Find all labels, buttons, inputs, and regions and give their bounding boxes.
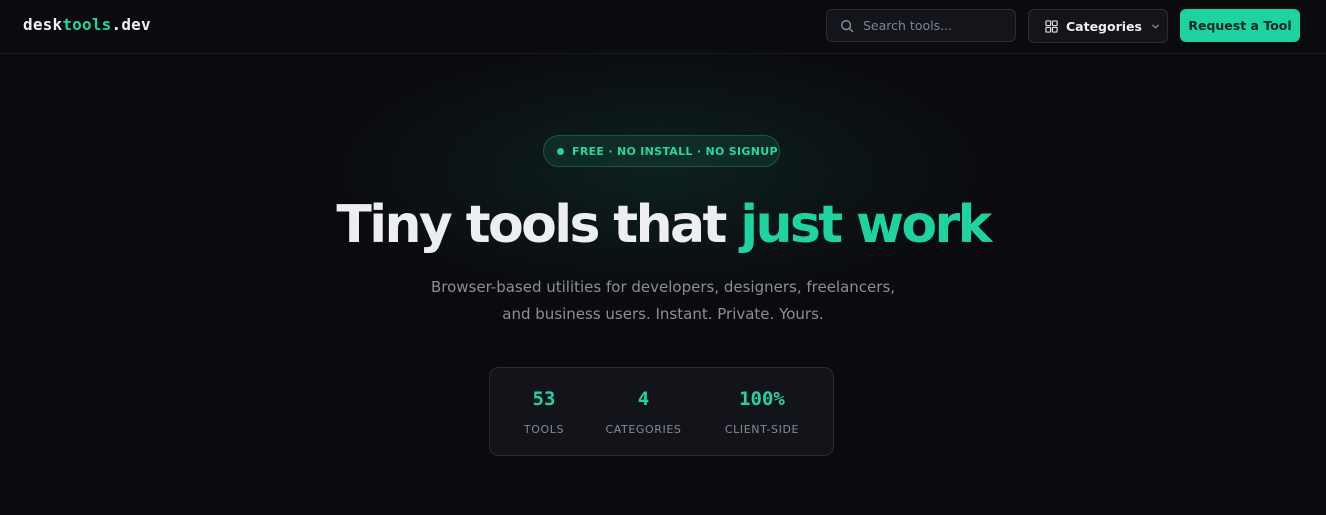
subtitle-line-2: and business users. Instant. Private. Yo… — [502, 305, 824, 323]
stat-categories: 4 CATEGORIES — [597, 368, 690, 457]
logo-part-desk: desk — [23, 15, 63, 34]
chevron-down-icon — [1151, 22, 1160, 31]
top-nav: desktools.dev Categories — [0, 0, 1326, 54]
hero-headline: Tiny tools that just work — [0, 193, 1326, 257]
stats-card: 53 TOOLS 4 CATEGORIES 100% CLIENT-SIDE — [489, 367, 834, 456]
headline-part-accent: just work — [740, 195, 992, 255]
categories-label: Categories — [1066, 18, 1142, 34]
page: desktools.dev Categories — [0, 0, 1326, 515]
stat-label: TOOLS — [523, 423, 565, 436]
search-input[interactable] — [863, 18, 1003, 33]
stat-value: 4 — [637, 388, 650, 410]
logo-part-dev: .dev — [111, 15, 151, 34]
site-logo[interactable]: desktools.dev — [23, 15, 151, 34]
status-dot-icon — [557, 147, 564, 155]
categories-button[interactable]: Categories — [1028, 9, 1168, 43]
hero-badge: FREE · NO INSTALL · NO SIGNUP — [543, 135, 780, 167]
stat-label: CATEGORIES — [605, 423, 682, 436]
request-tool-button[interactable]: Request a Tool — [1180, 9, 1300, 42]
stat-tools: 53 TOOLS — [510, 368, 578, 457]
grid-icon — [1045, 19, 1058, 33]
stat-value: 100% — [739, 388, 785, 410]
stat-label: CLIENT-SIDE — [724, 423, 800, 436]
headline-part-plain: Tiny tools that — [336, 195, 741, 255]
subtitle-line-1: Browser-based utilities for developers, … — [430, 278, 896, 296]
hero-badge-text: FREE · NO INSTALL · NO SIGNUP — [572, 144, 778, 158]
search-icon — [841, 19, 854, 32]
hero-subtitle: Browser-based utilities for developers, … — [0, 274, 1326, 328]
stat-value: 53 — [532, 388, 556, 410]
logo-part-tools: tools — [62, 15, 112, 34]
stat-client-side: 100% CLIENT-SIDE — [712, 368, 812, 457]
search-box[interactable] — [826, 9, 1016, 42]
